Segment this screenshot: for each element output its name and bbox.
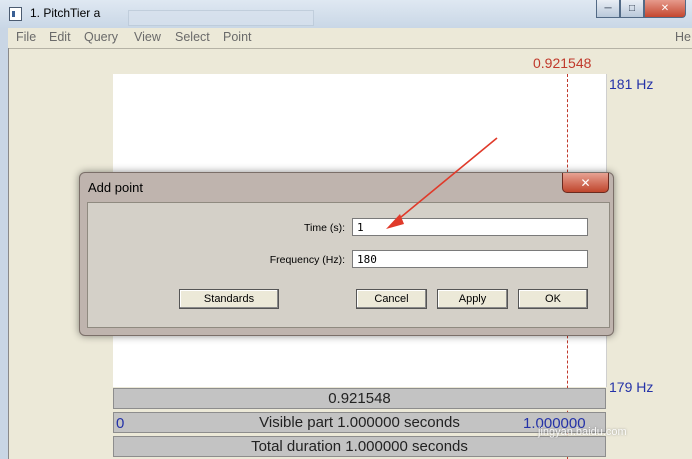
selection-bar[interactable]: 0.921548: [113, 388, 606, 409]
time-input[interactable]: 1: [352, 218, 588, 236]
menu-help[interactable]: He: [675, 30, 691, 44]
visible-start-time: 0: [116, 415, 125, 432]
menubar: File Edit Query View Select Point He: [8, 28, 692, 49]
y-max-label: 181 Hz: [609, 76, 654, 92]
menu-edit[interactable]: Edit: [49, 30, 71, 44]
menu-point[interactable]: Point: [223, 30, 252, 44]
add-point-dialog: Add point ✕ Time (s): 1 Frequency (Hz): …: [79, 172, 614, 336]
dialog-title: Add point: [88, 180, 143, 195]
app-icon: [9, 7, 22, 21]
window-titlebar: 1. PitchTier a ─ □ ✕: [0, 0, 692, 29]
menu-file[interactable]: File: [16, 30, 36, 44]
window-controls: ─ □ ✕: [596, 0, 686, 18]
y-min-label: 179 Hz: [609, 379, 654, 395]
standards-button[interactable]: Standards: [179, 289, 279, 309]
ok-button[interactable]: OK: [518, 289, 588, 309]
cursor-time-label: 0.921548: [533, 55, 592, 71]
total-duration-label: Total duration 1.000000 seconds: [251, 438, 468, 455]
selection-time: 0.921548: [328, 390, 391, 407]
window-border: [0, 28, 8, 459]
dialog-close-icon[interactable]: ✕: [562, 173, 609, 193]
visible-part-label: Visible part 1.000000 seconds: [259, 414, 460, 431]
maximize-icon[interactable]: □: [620, 0, 644, 18]
menu-select[interactable]: Select: [175, 30, 210, 44]
time-label: Time (s):: [303, 222, 345, 234]
window-title: 1. PitchTier a: [30, 6, 101, 20]
apply-button[interactable]: Apply: [437, 289, 508, 309]
frequency-label: Frequency (Hz):: [269, 254, 345, 266]
minimize-icon[interactable]: ─: [596, 0, 620, 18]
frequency-input[interactable]: 180: [352, 250, 588, 268]
close-icon[interactable]: ✕: [644, 0, 686, 18]
cancel-button[interactable]: Cancel: [356, 289, 427, 309]
total-duration-bar[interactable]: Total duration 1.000000 seconds: [113, 436, 606, 457]
dialog-body: Time (s): 1 Frequency (Hz): 180 Standard…: [87, 202, 610, 328]
menu-query[interactable]: Query: [84, 30, 118, 44]
baidu-watermark-url: jingyan.baidu.com: [538, 426, 627, 438]
menu-view[interactable]: View: [134, 30, 161, 44]
background-window-fragment: [128, 10, 314, 26]
frame-divider: [8, 48, 9, 459]
